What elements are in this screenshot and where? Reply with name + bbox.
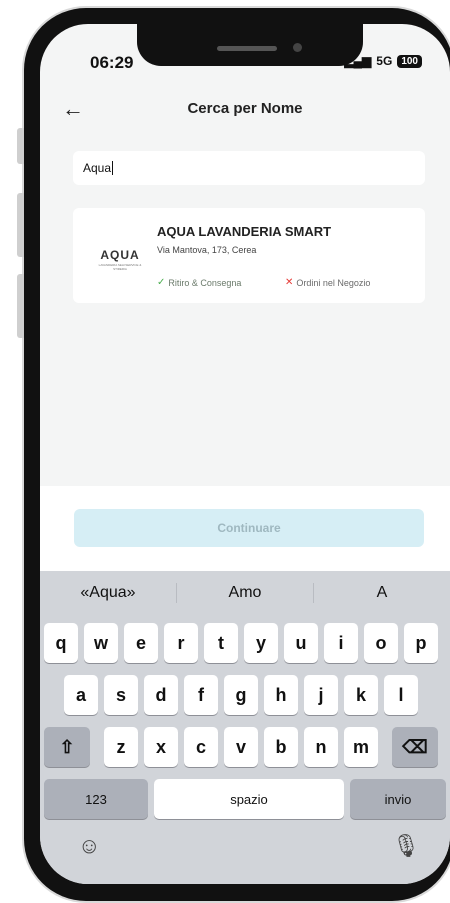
- key-r[interactable]: r: [164, 623, 198, 663]
- speaker: [217, 46, 277, 51]
- key-s[interactable]: s: [104, 675, 138, 715]
- key-f[interactable]: f: [184, 675, 218, 715]
- shift-icon: ⇧: [59, 736, 75, 757]
- emoji-icon[interactable]: ☺: [78, 833, 100, 859]
- store-logo-subtext: LAVANDERIA SELFSERVICE & STIRERIA: [98, 263, 142, 271]
- key-w[interactable]: w: [84, 623, 118, 663]
- key-l[interactable]: l: [384, 675, 418, 715]
- backspace-key[interactable]: ⌫: [392, 727, 438, 767]
- text-caret: [112, 161, 114, 175]
- backspace-icon: ⌫: [402, 736, 428, 757]
- store-logo-text: AQUA: [100, 248, 140, 262]
- key-g[interactable]: g: [224, 675, 258, 715]
- key-e[interactable]: e: [124, 623, 158, 663]
- key-h[interactable]: h: [264, 675, 298, 715]
- suggestion-bar: «Aqua» Amo A: [40, 571, 450, 615]
- page-title: Cerca per Nome: [187, 100, 303, 117]
- status-indicators: ▂▄▆ 5G 100: [344, 54, 422, 68]
- key-u[interactable]: u: [284, 623, 318, 663]
- suggestion-item[interactable]: «Aqua»: [40, 584, 176, 602]
- key-x[interactable]: x: [144, 727, 178, 767]
- key-i[interactable]: i: [324, 623, 358, 663]
- key-d[interactable]: d: [144, 675, 178, 715]
- feature-available-label: Ritiro & Consegna: [168, 277, 242, 288]
- network-label: 5G: [376, 54, 393, 68]
- check-icon: ✓: [157, 277, 166, 288]
- search-value: Aqua: [83, 161, 112, 175]
- search-input[interactable]: Aqua: [73, 151, 425, 185]
- key-k[interactable]: k: [344, 675, 378, 715]
- store-address: Via Mantova, 173, Cerea: [157, 245, 257, 255]
- numbers-key[interactable]: 123: [44, 779, 148, 819]
- key-c[interactable]: c: [184, 727, 218, 767]
- return-key[interactable]: invio: [350, 779, 446, 819]
- key-a[interactable]: a: [64, 675, 98, 715]
- store-result-card[interactable]: AQUA LAVANDERIA SELFSERVICE & STIRERIA A…: [73, 208, 425, 303]
- feature-available: ✓ Ritiro & Consegna: [157, 277, 241, 288]
- keyboard: «Aqua» Amo A q w e r t y u i o p a s d f…: [40, 571, 450, 884]
- key-b[interactable]: b: [264, 727, 298, 767]
- suggestion-item[interactable]: Amo: [177, 584, 313, 602]
- key-z[interactable]: z: [104, 727, 138, 767]
- feature-unavailable: ✕ Ordini nel Negozio: [285, 277, 370, 288]
- suggestion-item[interactable]: A: [314, 584, 450, 602]
- key-y[interactable]: y: [244, 623, 278, 663]
- continue-button[interactable]: Continuare: [74, 509, 424, 547]
- key-q[interactable]: q: [44, 623, 78, 663]
- key-v[interactable]: v: [224, 727, 258, 767]
- key-m[interactable]: m: [344, 727, 378, 767]
- key-n[interactable]: n: [304, 727, 338, 767]
- key-o[interactable]: o: [364, 623, 398, 663]
- store-logo: AQUA LAVANDERIA SELFSERVICE & STIRERIA: [95, 248, 145, 271]
- camera: [293, 43, 302, 52]
- cross-icon: ✕: [285, 277, 294, 288]
- signal-icon: ▂▄▆: [344, 54, 372, 68]
- key-p[interactable]: p: [404, 623, 438, 663]
- battery-icon: 100: [397, 54, 422, 68]
- space-key[interactable]: spazio: [154, 779, 344, 819]
- status-time: 06:29: [90, 53, 134, 72]
- screen: 06:29 ▂▄▆ 5G 100 ← Cerca per Nome Aqua A…: [40, 24, 450, 884]
- key-j[interactable]: j: [304, 675, 338, 715]
- store-name: AQUA LAVANDERIA SMART: [157, 224, 332, 239]
- feature-unavailable-label: Ordini nel Negozio: [296, 277, 371, 288]
- shift-key[interactable]: ⇧: [44, 727, 90, 767]
- notch: [137, 24, 363, 66]
- key-t[interactable]: t: [204, 623, 238, 663]
- microphone-icon[interactable]: 🎙: [392, 833, 420, 859]
